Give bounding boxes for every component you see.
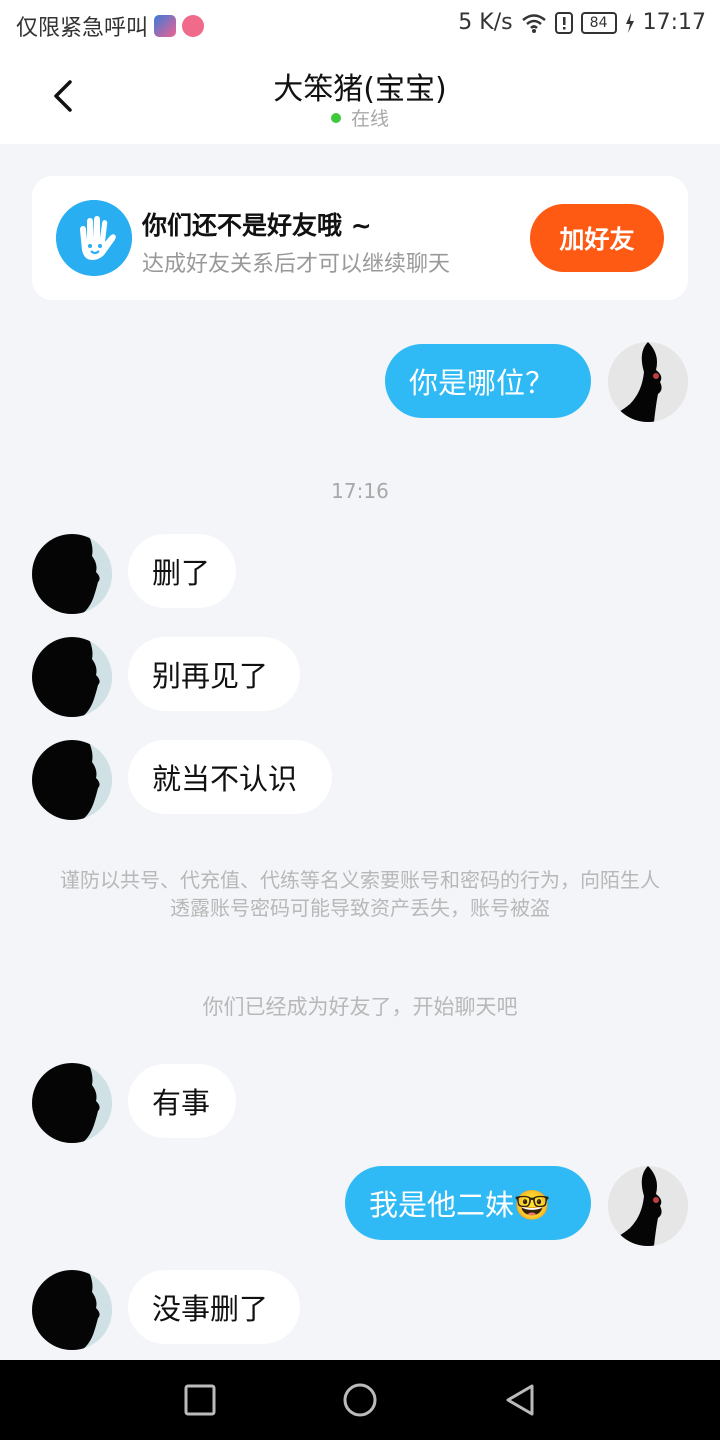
message-timestamp: 17:16 <box>331 479 389 503</box>
battery-icon: 84 <box>580 11 617 34</box>
my-avatar-image <box>608 342 688 422</box>
security-notice: 谨防以共号、代充值、代练等名义索要账号和密码的行为，向陌生人透露账号密码可能导致… <box>60 868 660 920</box>
online-dot-icon <box>330 112 341 123</box>
contact-avatar-image <box>32 637 112 717</box>
message-bubble-received[interactable]: 就当不认识 <box>128 740 332 814</box>
message-bubble-received[interactable]: 有事 <box>128 1064 236 1138</box>
network-speed: 5 K/s <box>458 10 513 35</box>
gallery-app-icon <box>154 15 177 37</box>
status-bar: 仅限紧急呼叫 5 K/s 84 17:17 <box>0 0 720 50</box>
contact-avatar[interactable] <box>32 1063 112 1143</box>
alert-icon <box>554 11 573 34</box>
carrier-text: 仅限紧急呼叫 <box>16 16 149 41</box>
nav-recents-icon[interactable] <box>180 1380 220 1420</box>
system-message: 你们已经成为好友了，开始聊天吧 <box>202 995 518 1019</box>
app-notification-icon <box>182 15 205 37</box>
nav-back-icon[interactable] <box>500 1380 540 1420</box>
contact-avatar-image <box>32 534 112 614</box>
my-avatar[interactable] <box>608 1166 688 1246</box>
hand-wave-icon <box>56 200 132 276</box>
message-bubble-received[interactable]: 删了 <box>128 534 236 608</box>
card-title: 你们还不是好友哦 ~ <box>142 211 372 240</box>
message-bubble-sent[interactable]: 我是他二妹🤓 <box>345 1166 591 1240</box>
contact-avatar-image <box>32 1270 112 1350</box>
contact-avatar-image <box>32 740 112 820</box>
online-status: 在线 <box>0 104 720 131</box>
contact-avatar[interactable] <box>32 637 112 717</box>
nav-home-icon[interactable] <box>340 1380 380 1420</box>
contact-avatar[interactable] <box>32 534 112 614</box>
my-avatar[interactable] <box>608 342 688 422</box>
contact-avatar[interactable] <box>32 740 112 820</box>
card-subtitle: 达成好友关系后才可以继续聊天 <box>142 252 451 277</box>
chat-header: 大笨猪(宝宝) 在线 <box>0 50 720 144</box>
my-avatar-image <box>608 1166 688 1246</box>
message-bubble-received[interactable]: 没事删了 <box>128 1270 300 1344</box>
contact-avatar[interactable] <box>32 1270 112 1350</box>
system-nav-bar <box>0 1360 720 1440</box>
clock: 17:17 <box>642 10 706 35</box>
online-status-text: 在线 <box>350 108 389 130</box>
message-bubble-sent[interactable]: 你是哪位？ <box>385 344 591 418</box>
add-friend-button[interactable]: 加好友 <box>530 204 664 272</box>
wifi-icon <box>521 13 546 33</box>
contact-avatar-image <box>32 1063 112 1143</box>
charging-icon <box>625 12 634 33</box>
not-friends-card: 你们还不是好友哦 ~ 达成好友关系后才可以继续聊天 加好友 <box>32 176 688 300</box>
message-bubble-received[interactable]: 别再见了 <box>128 637 300 711</box>
contact-name: 大笨猪(宝宝) <box>273 72 447 107</box>
